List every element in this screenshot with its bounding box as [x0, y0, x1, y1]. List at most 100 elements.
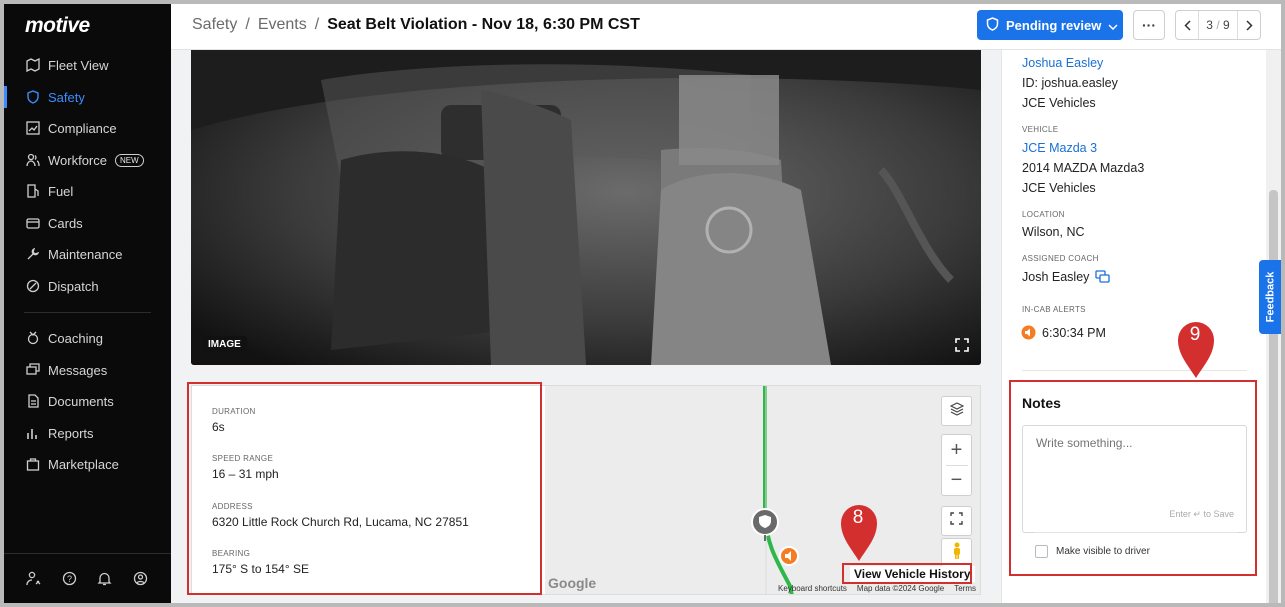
page-header: Safety / Events / Seat Belt Violation - … [171, 4, 1281, 50]
chevron-right-icon[interactable] [1238, 11, 1260, 39]
assigned-coach-label: ASSIGNED COACH [1022, 254, 1099, 263]
terms-link[interactable]: Terms [954, 584, 976, 593]
sidebar-item-label: Coaching [48, 330, 103, 346]
pending-review-label: Pending review [1006, 17, 1102, 33]
alert-marker-icon[interactable] [779, 546, 799, 571]
messages-icon [25, 362, 41, 378]
reports-icon [25, 425, 41, 441]
people-icon [25, 152, 41, 168]
sidebar-item-fleet-view[interactable]: Fleet View [4, 51, 171, 79]
sidebar-item-messages[interactable]: Messages [4, 356, 171, 384]
sidebar-item-cards[interactable]: Cards [4, 209, 171, 237]
pending-review-button[interactable]: Pending review [977, 10, 1123, 40]
driver-group: JCE Vehicles [1022, 96, 1096, 110]
fullscreen-icon[interactable] [955, 338, 969, 357]
feedback-button[interactable]: Feedback [1259, 260, 1281, 334]
sidebar-divider [24, 312, 151, 313]
driver-id: ID: joshua.easley [1022, 76, 1118, 90]
map-layers-button[interactable] [941, 396, 972, 426]
scrollbar-thumb[interactable] [1269, 190, 1278, 607]
coaching-icon [25, 330, 41, 346]
zoom-in-button[interactable]: + [951, 435, 963, 465]
sidebar-item-label: Cards [48, 215, 83, 231]
sidebar-item-workforce[interactable]: Workforce NEW [4, 146, 171, 174]
zoom-control: + − [941, 434, 972, 496]
location-label: LOCATION [1022, 210, 1065, 219]
map-footer: Keyboard shortcuts Map data ©2024 Google… [778, 584, 976, 593]
vehicle-group: JCE Vehicles [1022, 181, 1096, 195]
chevron-down-icon [1108, 18, 1118, 33]
annotation-pin-8: 8 [840, 503, 878, 568]
sidebar-item-label: Documents [48, 393, 114, 409]
keyboard-shortcuts-link[interactable]: Keyboard shortcuts [778, 584, 847, 593]
annotation-pin-9: 9 [1177, 320, 1215, 385]
sidebar-item-label: Dispatch [48, 278, 99, 294]
event-image[interactable]: IMAGE [191, 50, 981, 365]
sidebar-item-documents[interactable]: Documents [4, 387, 171, 415]
sidebar-item-coaching[interactable]: Coaching [4, 324, 171, 352]
sidebar-item-label: Reports [48, 425, 94, 441]
motive-logo: motive [25, 14, 90, 37]
alert-time: 6:30:34 PM [1042, 326, 1106, 340]
new-badge: NEW [115, 153, 144, 167]
wrench-icon [25, 246, 41, 262]
chart-icon [25, 120, 41, 136]
vehicle-label: VEHICLE [1022, 125, 1059, 134]
breadcrumb: Safety / Events / Seat Belt Violation - … [192, 16, 640, 34]
sidebar-item-label: Maintenance [48, 246, 123, 262]
highlight-notes [1009, 380, 1257, 576]
page-title: Seat Belt Violation - Nov 18, 6:30 PM CS… [327, 16, 640, 33]
speaker-icon [1021, 325, 1036, 345]
pager-value: 3 / 9 [1198, 11, 1238, 39]
sidebar-item-compliance[interactable]: Compliance [4, 114, 171, 142]
sidebar-item-label: Fuel [48, 183, 74, 199]
breadcrumb-safety[interactable]: Safety [192, 16, 237, 34]
user-settings-icon[interactable] [26, 571, 42, 587]
sidebar-item-dispatch[interactable]: Dispatch [4, 272, 171, 300]
card-icon [25, 215, 41, 231]
image-badge: IMAGE [202, 336, 247, 353]
account-icon[interactable] [133, 571, 149, 587]
map-fullscreen-button[interactable] [941, 506, 972, 536]
breadcrumb-events[interactable]: Events [258, 16, 307, 34]
sidebar-item-marketplace[interactable]: Marketplace [4, 450, 171, 478]
annotation-pin-9-label: 9 [1189, 324, 1201, 345]
annotation-pin-8-label: 8 [852, 507, 864, 528]
sidebar-item-label: Messages [48, 362, 108, 378]
change-coach-icon[interactable] [1095, 270, 1110, 289]
layers-icon [949, 401, 964, 421]
dispatch-icon [25, 278, 41, 294]
sidebar-item-label: Workforce [48, 152, 107, 168]
shield-icon [986, 16, 999, 34]
sidebar: motive Fleet View Safety Compliance Work… [4, 4, 171, 603]
bell-icon[interactable] [97, 571, 113, 587]
in-cab-alerts-label: IN-CAB ALERTS [1022, 305, 1086, 314]
event-pager: 3 / 9 [1175, 10, 1261, 40]
sidebar-footer: ? [4, 553, 171, 603]
driver-name-link[interactable]: Joshua Easley [1022, 56, 1103, 70]
bag-icon [25, 456, 41, 472]
sidebar-item-label: Marketplace [48, 456, 119, 472]
sidebar-item-label: Compliance [48, 120, 117, 136]
map-data-attribution: Map data ©2024 Google [856, 584, 945, 593]
sidebar-item-maintenance[interactable]: Maintenance [4, 240, 171, 268]
more-actions-button[interactable]: ··· [1133, 10, 1165, 40]
document-icon [25, 393, 41, 409]
sidebar-item-label: Safety [48, 89, 85, 105]
chevron-left-icon[interactable] [1176, 11, 1198, 39]
sidebar-item-fuel[interactable]: Fuel [4, 177, 171, 205]
vehicle-name-link[interactable]: JCE Mazda 3 [1022, 141, 1097, 155]
fullscreen-icon [950, 512, 963, 530]
zoom-out-button[interactable]: − [951, 466, 963, 495]
map-icon [25, 57, 41, 73]
vehicle-marker-icon[interactable] [750, 507, 780, 546]
help-icon[interactable]: ? [62, 571, 78, 587]
sidebar-item-reports[interactable]: Reports [4, 419, 171, 447]
sidebar-item-safety[interactable]: Safety [4, 83, 171, 111]
highlight-event-details [187, 382, 542, 595]
pegman-icon [952, 542, 962, 565]
cabin-camera-image [191, 50, 981, 365]
vehicle-model: 2014 MAZDA Mazda3 [1022, 161, 1145, 175]
google-logo: Google [548, 575, 597, 591]
fuel-icon [25, 183, 41, 199]
